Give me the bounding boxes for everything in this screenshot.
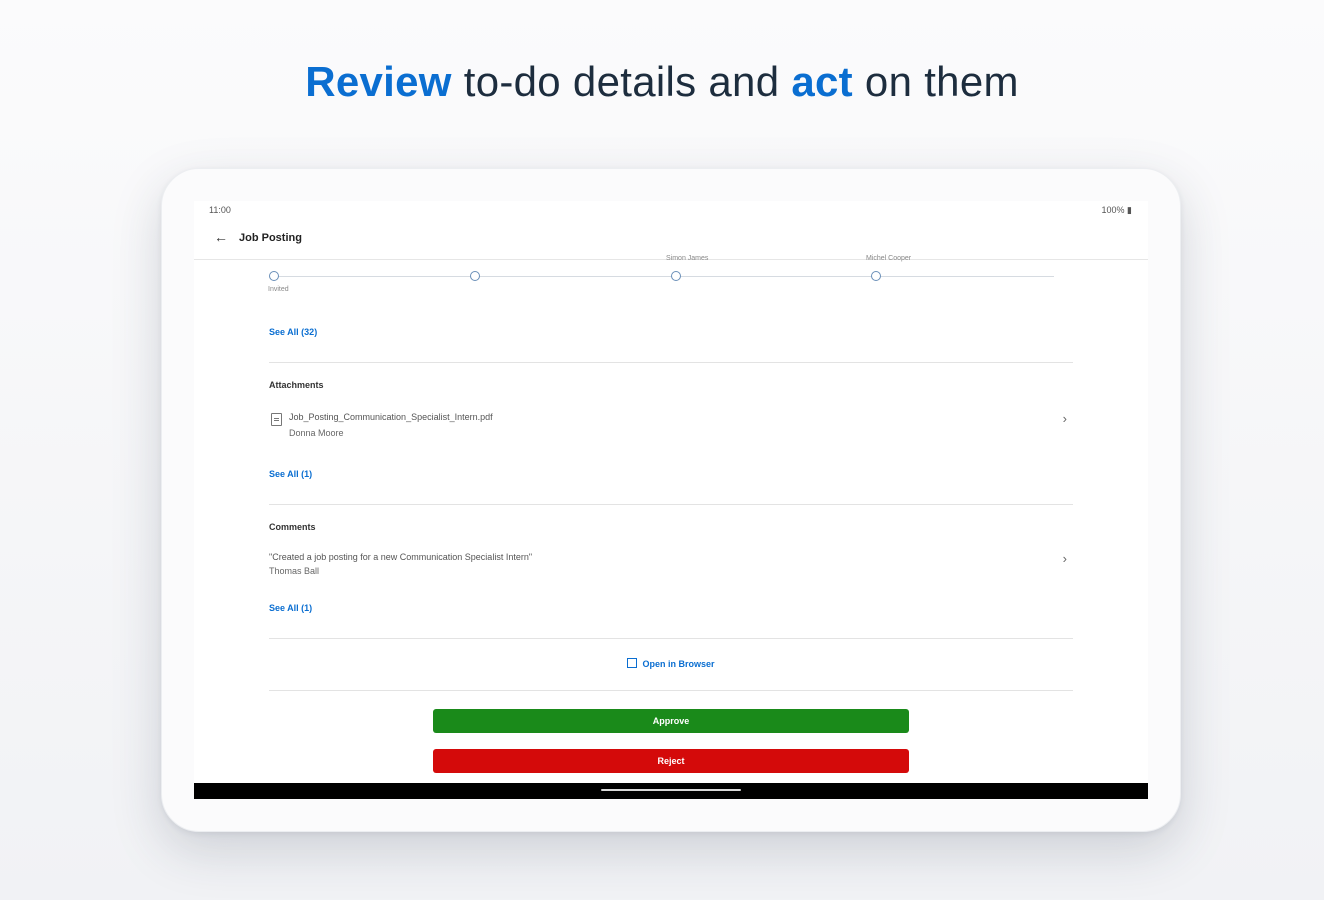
comment-author: Thomas Ball <box>269 566 320 576</box>
see-all-approvers-link[interactable]: See All (32) <box>269 327 317 337</box>
status-battery: 100% ▮ <box>1101 205 1132 215</box>
headline-act: act <box>791 58 853 105</box>
page-title: Job Posting <box>239 232 302 244</box>
headline-middle: to-do details and <box>451 58 792 105</box>
attachment-item[interactable]: Job_Posting_Communication_Specialist_Int… <box>269 411 1073 445</box>
approval-timeline: Invited Simon James Michel Cooper <box>268 255 1059 299</box>
open-in-browser-link[interactable]: Open in Browser <box>194 658 1148 669</box>
attachments-title: Attachments <box>269 380 324 390</box>
divider <box>269 362 1073 363</box>
comment-text: "Created a job posting for a new Communi… <box>269 552 533 562</box>
timeline-node-label: Simon James <box>666 255 709 262</box>
divider <box>269 504 1073 505</box>
tablet-frame: 11:00 100% ▮ ← Job Posting Invited Simon… <box>161 168 1181 832</box>
see-all-comments-link[interactable]: See All (1) <box>269 603 312 613</box>
status-time: 11:00 <box>209 205 231 215</box>
reject-button[interactable]: Reject <box>433 749 909 773</box>
timeline-node <box>470 271 480 281</box>
approve-button[interactable]: Approve <box>433 709 909 733</box>
comments-title: Comments <box>269 522 316 532</box>
timeline-node-label: Michel Cooper <box>866 255 912 262</box>
home-gesture-handle[interactable] <box>601 789 741 791</box>
timeline-node <box>871 271 881 281</box>
timeline-node-label: Invited <box>268 286 289 293</box>
see-all-attachments-link[interactable]: See All (1) <box>269 469 312 479</box>
divider <box>269 638 1073 639</box>
headline: Review to-do details and act on them <box>0 58 1324 106</box>
comment-item[interactable]: "Created a job posting for a new Communi… <box>269 551 1073 585</box>
status-bar: 11:00 100% ▮ <box>194 201 1148 219</box>
headline-end: on them <box>852 58 1019 105</box>
chevron-right-icon: › <box>1062 551 1067 566</box>
back-arrow-icon[interactable]: ← <box>214 229 228 245</box>
system-nav-bar <box>194 783 1148 799</box>
timeline-node <box>269 271 279 281</box>
timeline-line <box>274 276 1054 277</box>
open-in-browser-label: Open in Browser <box>642 659 715 669</box>
timeline-node <box>671 271 681 281</box>
app-screen: 11:00 100% ▮ ← Job Posting Invited Simon… <box>194 201 1148 799</box>
browser-icon <box>627 658 638 668</box>
app-bar: ← Job Posting <box>194 219 1148 260</box>
chevron-right-icon: › <box>1062 411 1067 426</box>
attachment-owner: Donna Moore <box>289 428 344 438</box>
document-icon <box>271 413 282 426</box>
attachment-filename: Job_Posting_Communication_Specialist_Int… <box>289 412 493 422</box>
headline-review: Review <box>305 58 452 105</box>
divider <box>269 690 1073 691</box>
battery-percent: 100% <box>1101 205 1125 215</box>
